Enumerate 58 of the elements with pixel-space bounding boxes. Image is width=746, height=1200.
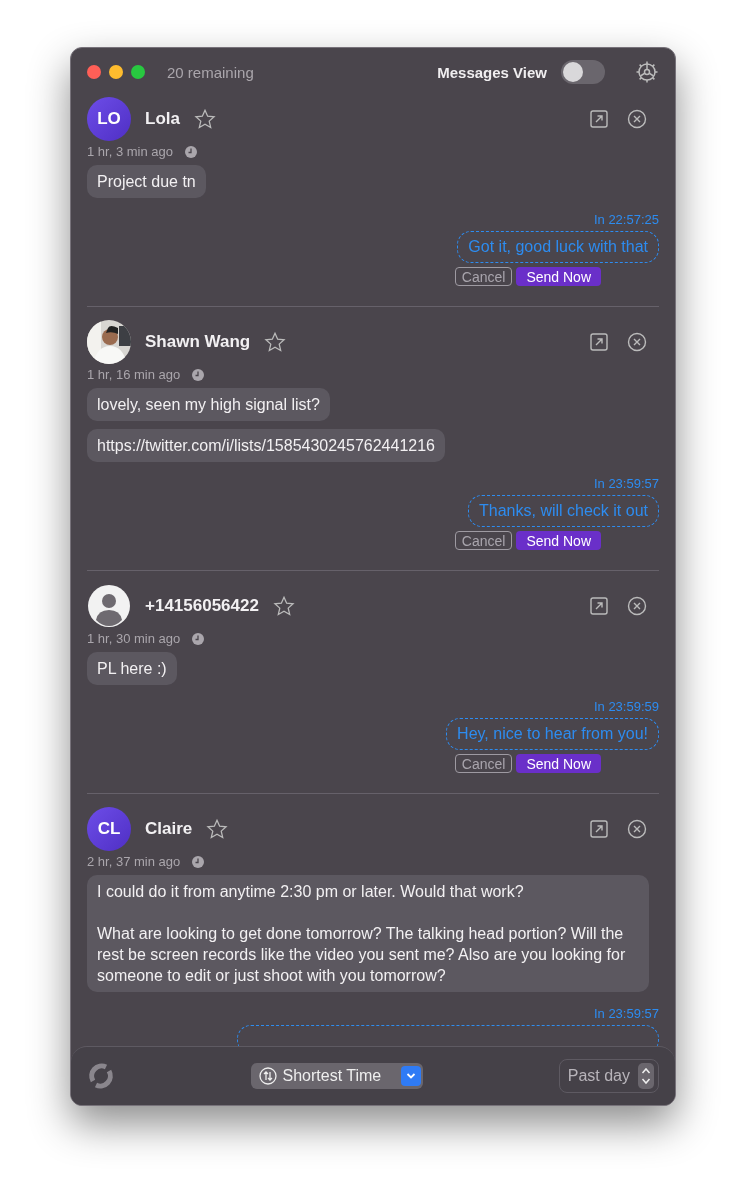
cancel-button[interactable]: Cancel [454,754,513,773]
avatar-placeholder-icon [87,584,131,628]
send-now-button[interactable]: Send Now [516,754,601,773]
reply-draft: Thanks, will check it out [468,495,659,527]
clock-icon [192,632,205,645]
scheduled-time: In 23:59:59 [593,699,659,714]
scheduled-time: In 23:59:57 [593,476,659,491]
close-icon[interactable] [627,596,647,616]
sort-icon [258,1067,277,1085]
view-label: Messages View [437,63,547,81]
reply-draft: Got it, good luck with that [457,231,659,263]
close-button[interactable] [87,65,101,79]
stepper-icon [638,1063,654,1089]
star-icon[interactable] [206,818,229,840]
open-external-icon[interactable] [589,596,609,616]
close-icon[interactable] [627,819,647,839]
send-now-button[interactable]: Send Now [516,267,601,286]
time-ago: 2 hr, 37 min ago [87,854,181,869]
range-stepper[interactable]: Past day [558,1059,659,1093]
message-bubble: I could do it from anytime 2:30 pm or later. Would that work? What are looking to get done tomorrow? The talking head portion? Will the rest be screen records like the video you sent me? Also are you looking for someone to edit or just shoot with you tomorrow? [87,875,649,992]
clock-icon [192,368,205,381]
cancel-button[interactable]: Cancel [454,531,513,550]
open-external-icon[interactable] [589,332,609,352]
cancel-button[interactable]: Cancel [454,267,513,286]
reply-draft: Hey, nice to hear from you! [446,718,659,750]
contact-name: Claire [145,819,193,839]
time-ago: 1 hr, 16 min ago [87,367,181,382]
avatar: LO [87,97,131,141]
minimize-button[interactable] [109,65,123,79]
message-bubble: https://twitter.com/i/lists/1585430245762441216 [87,429,445,462]
caret-icon [406,1072,417,1080]
sort-dropdown[interactable]: Shortest Time [250,1063,424,1089]
settings-icon[interactable] [635,60,659,84]
clock-icon [192,855,205,868]
scheduled-time: In 22:57:25 [593,212,659,227]
open-external-icon[interactable] [589,819,609,839]
time-ago: 1 hr, 30 min ago [87,631,181,646]
send-now-button[interactable]: Send Now [516,531,601,550]
time-ago: 1 hr, 3 min ago [87,144,173,159]
zoom-button[interactable] [131,65,145,79]
close-icon[interactable] [627,109,647,129]
contact-name: +14156056422 [145,596,259,616]
star-icon[interactable] [272,595,295,617]
close-icon[interactable] [627,332,647,352]
contact-name: Shawn Wang [145,332,251,352]
avatar: CL [87,807,131,851]
view-toggle[interactable] [561,60,605,84]
contact-name: Lola [145,109,180,129]
refresh-icon[interactable] [87,1062,115,1090]
star-icon[interactable] [264,331,287,353]
scheduled-time: In 23:59:57 [593,1006,659,1021]
message-bubble: PL here :) [87,652,177,685]
message-bubble: Project due tn [87,165,206,198]
remaining-count: 20 remaining [167,63,255,81]
open-external-icon[interactable] [589,109,609,129]
star-icon[interactable] [193,108,216,130]
message-bubble: lovely, seen my high signal list? [87,388,330,421]
clock-icon [185,145,197,158]
